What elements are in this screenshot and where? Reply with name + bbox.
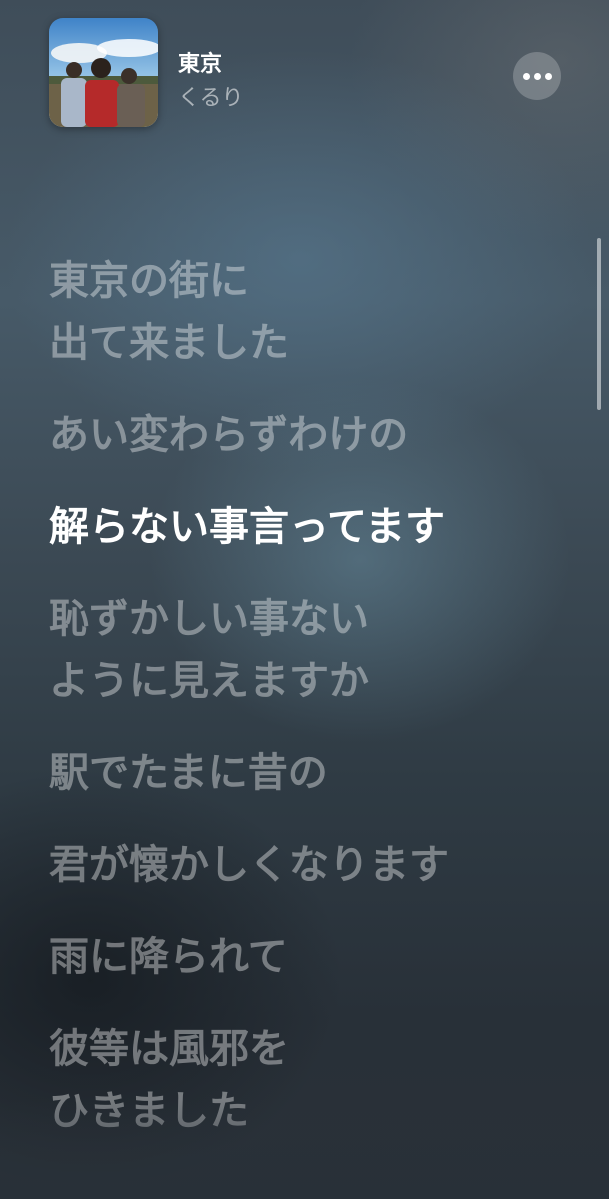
song-title[interactable]: 東京 — [178, 46, 222, 78]
lyric-line[interactable]: 彼等は風邪を ひきました — [49, 1018, 594, 1142]
lyric-line[interactable]: あい変わらずわけの — [49, 404, 594, 466]
lyric-line[interactable]: 駅でたまに昔の — [49, 742, 594, 804]
song-artist[interactable]: くるり — [178, 80, 244, 112]
lyric-line[interactable]: 雨に降られて — [49, 926, 594, 988]
album-artwork-image — [49, 18, 158, 127]
lyric-line[interactable]: 君が懐かしくなります — [49, 834, 594, 896]
more-horizontal-icon — [533, 72, 541, 80]
more-horizontal-icon — [544, 72, 552, 80]
lyrics-scrollbar[interactable] — [597, 238, 601, 410]
more-horizontal-icon — [522, 72, 530, 80]
lyrics-list: 東京の街に 出て来ました あい変わらずわけの 解らない事言ってます 恥ずかしい事… — [49, 250, 594, 1172]
lyric-line[interactable]: 東京の街に 出て来ました — [49, 250, 594, 374]
lyric-line[interactable]: 恥ずかしい事ない ように見えますか — [49, 588, 594, 712]
now-playing-header: 東京 くるり — [0, 0, 609, 150]
album-artwork[interactable] — [49, 18, 158, 127]
lyric-line-current[interactable]: 解らない事言ってます — [49, 496, 594, 558]
more-options-button[interactable] — [513, 52, 561, 100]
